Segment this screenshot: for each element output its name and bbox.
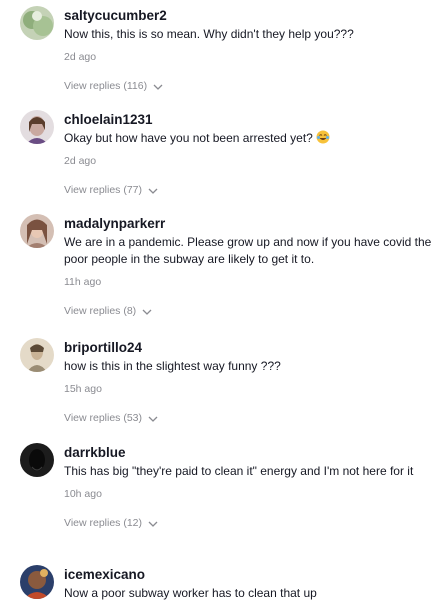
avatar-image bbox=[20, 214, 54, 248]
avatar[interactable] bbox=[20, 110, 54, 144]
comment-text: Okay but how have you not been arrested … bbox=[64, 130, 434, 147]
avatar-image bbox=[20, 110, 54, 144]
chevron-down-icon bbox=[142, 309, 152, 315]
chevron-down-icon bbox=[148, 521, 158, 527]
avatar[interactable] bbox=[20, 565, 54, 599]
comment-time: 15h ago bbox=[64, 383, 102, 395]
chevron-down-icon bbox=[153, 84, 163, 90]
view-replies-label: View replies (8) bbox=[64, 305, 137, 317]
avatar-image bbox=[20, 565, 54, 599]
comment-text: This has big "they're paid to clean it" … bbox=[64, 464, 414, 478]
comment-time: 10h ago bbox=[64, 488, 102, 500]
comment-username[interactable]: icemexicano bbox=[64, 566, 434, 583]
view-replies-button[interactable]: View replies (116) bbox=[64, 80, 163, 93]
view-replies-label: View replies (12) bbox=[64, 517, 143, 529]
chevron-down-icon bbox=[148, 188, 158, 194]
comment-time: 2d ago bbox=[64, 51, 97, 63]
view-replies-button[interactable]: View replies (8) bbox=[64, 305, 152, 318]
chevron-down-icon bbox=[148, 416, 158, 422]
comment-text: Now a poor subway worker has to clean th… bbox=[64, 586, 317, 600]
avatar-image bbox=[20, 6, 54, 40]
view-replies-label: View replies (53) bbox=[64, 412, 143, 424]
view-replies-button[interactable]: View replies (77) bbox=[64, 184, 158, 197]
avatar[interactable] bbox=[20, 214, 54, 248]
comment-time: 2d ago bbox=[64, 155, 97, 167]
comment-username[interactable]: saltycucumber2 bbox=[64, 7, 434, 24]
comment-username[interactable]: madalynparkerr bbox=[64, 215, 434, 232]
comment-username[interactable]: darrkblue bbox=[64, 444, 434, 461]
comment-text: Now this, this is so mean. Why didn't th… bbox=[64, 27, 354, 41]
laughing-tears-emoji-icon bbox=[316, 130, 330, 144]
comment-text: how is this in the slightest way funny ?… bbox=[64, 359, 281, 373]
comment-text: We are in a pandemic. Please grow up and… bbox=[64, 235, 432, 266]
avatar[interactable] bbox=[20, 338, 54, 372]
comment-time: 11h ago bbox=[64, 276, 102, 288]
view-replies-label: View replies (116) bbox=[64, 80, 148, 92]
avatar[interactable] bbox=[20, 443, 54, 477]
comment-text-content: Okay but how have you not been arrested … bbox=[64, 131, 313, 145]
avatar[interactable] bbox=[20, 6, 54, 40]
avatar-image bbox=[20, 338, 54, 372]
view-replies-button[interactable]: View replies (53) bbox=[64, 412, 158, 425]
comment-username[interactable]: chloelain1231 bbox=[64, 111, 434, 128]
comment-username[interactable]: briportillo24 bbox=[64, 339, 434, 356]
avatar-image bbox=[20, 443, 54, 477]
view-replies-button[interactable]: View replies (12) bbox=[64, 517, 158, 530]
view-replies-label: View replies (77) bbox=[64, 184, 143, 196]
